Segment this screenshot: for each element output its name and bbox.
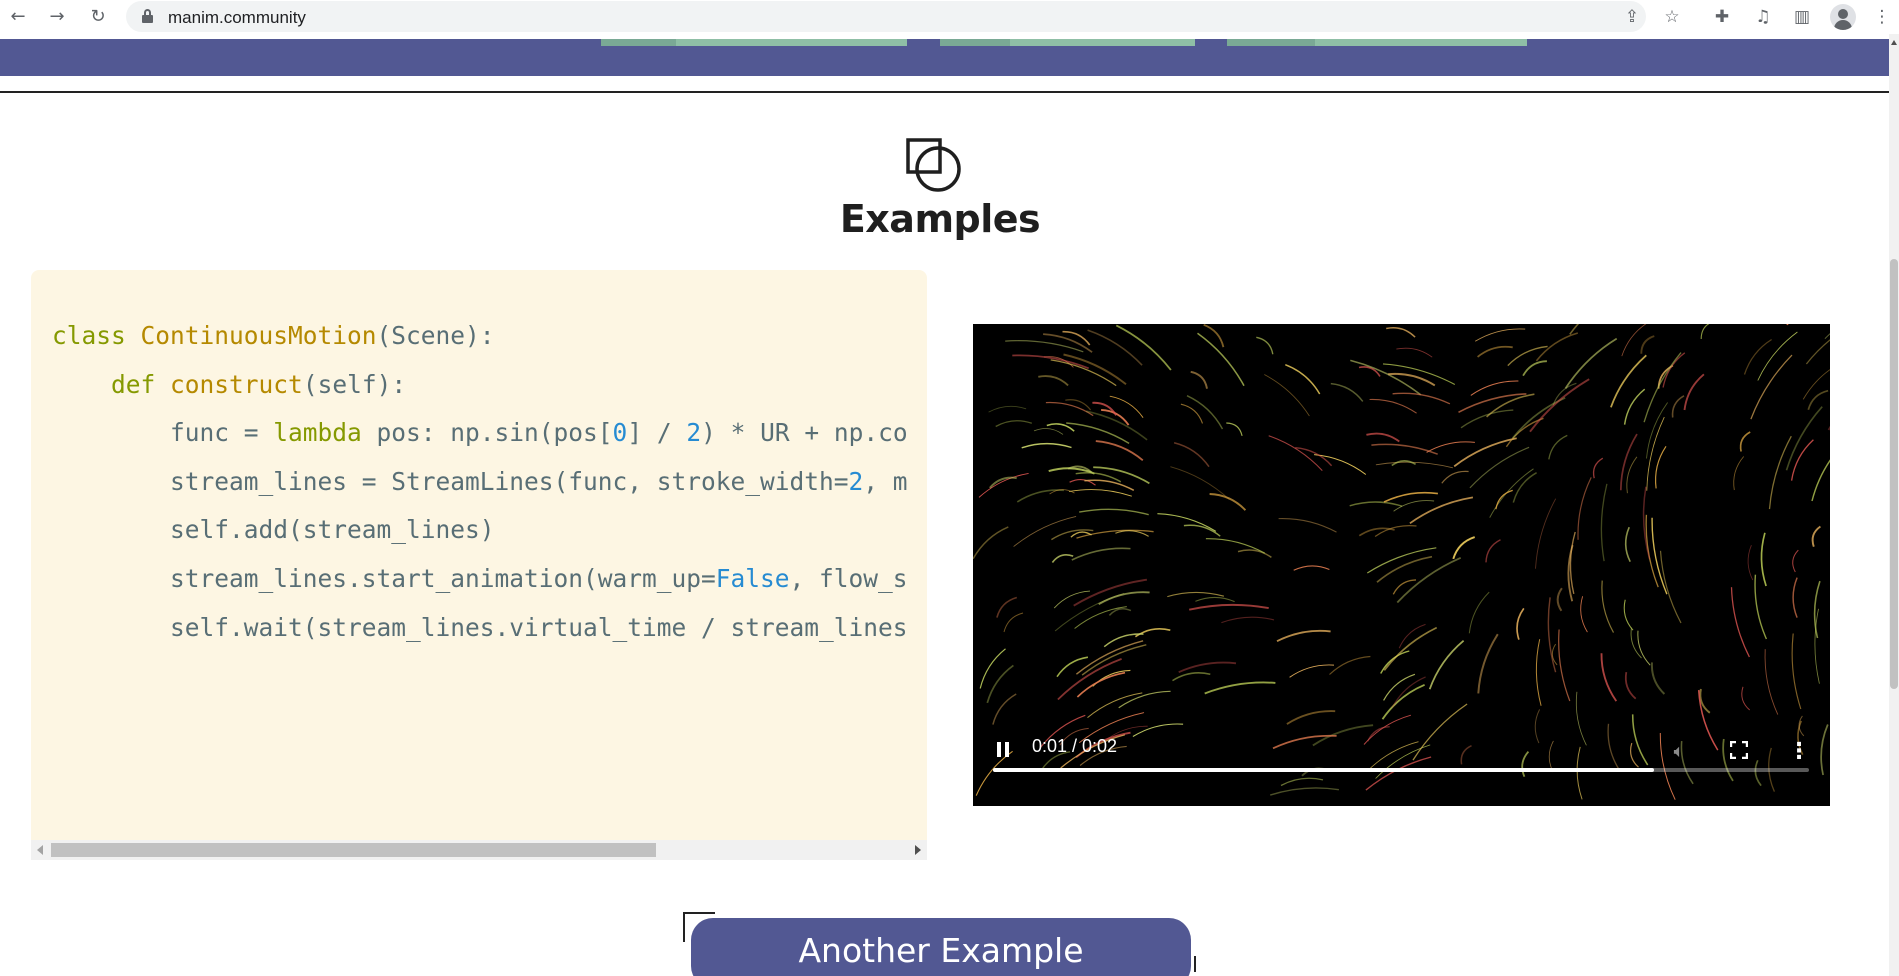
video-player[interactable]: 0:01 / 0:02 🔈︎ ⋮ (973, 324, 1830, 806)
page-content: Examples class ContinuousMotion(Scene): … (0, 34, 1889, 976)
scroll-up-icon[interactable] (1891, 40, 1897, 45)
fullscreen-icon[interactable] (1727, 738, 1751, 762)
code-horizontal-scrollbar[interactable] (31, 840, 927, 860)
volume-icon[interactable]: 🔈︎ (1667, 739, 1691, 763)
code-token: construct (170, 369, 303, 399)
banner-thumbnail[interactable] (601, 39, 907, 46)
code-line: stream_lines.start_animation(warm_up=Fal… (52, 563, 908, 593)
banner-thumbnail[interactable] (940, 39, 1195, 46)
forward-icon[interactable]: → (45, 4, 69, 28)
back-icon[interactable]: ← (6, 4, 30, 28)
code-token: 2 (686, 418, 702, 448)
url-text[interactable]: manim.community (168, 8, 306, 28)
code-line: self.add(stream_lines) (52, 515, 495, 545)
another-example-button[interactable]: Another Example (691, 918, 1191, 976)
address-bar[interactable]: manim.community ⇪ ☆ (126, 1, 1680, 32)
star-icon[interactable]: ☆ (1660, 5, 1684, 29)
code-block: class ContinuousMotion(Scene): def const… (31, 270, 927, 860)
section-title: Examples (839, 197, 1041, 241)
code-token: lambda (273, 418, 362, 448)
code-line: self.wait(stream_lines.virtual_time / st… (52, 612, 908, 642)
browser-toolbar: ← → ↻ manim.community ⇪ ☆ ✚ ♫ ▥ ⋮ (0, 0, 1899, 34)
code-text: class ContinuousMotion(Scene): def const… (52, 312, 908, 652)
more-icon[interactable]: ⋮ (1787, 739, 1811, 764)
code-token: 2 (848, 466, 864, 496)
code-line: func = lambda pos: np.sin(pos[0] / 2) * … (52, 418, 908, 448)
code-line: stream_lines = StreamLines(func, stroke_… (52, 466, 908, 496)
media-icon[interactable]: ♫ (1751, 5, 1775, 29)
profile-icon[interactable] (1830, 4, 1856, 30)
video-progress-fill (993, 768, 1654, 772)
side-panel-icon[interactable]: ▥ (1790, 5, 1814, 29)
share-icon[interactable]: ⇪ (1620, 5, 1644, 29)
reload-icon[interactable]: ↻ (86, 4, 110, 28)
code-token: class (52, 321, 126, 350)
top-banner (0, 39, 1889, 76)
pause-icon[interactable] (995, 742, 1011, 757)
code-token: ContinuousMotion (140, 321, 377, 350)
video-time: 0:01 / 0:02 (1032, 736, 1118, 756)
shapes-icon (906, 138, 961, 192)
scrollbar-thumb[interactable] (51, 843, 656, 857)
banner-thumbnail[interactable] (1227, 39, 1527, 46)
divider (0, 91, 1889, 93)
stream-lines-animation (973, 324, 1830, 800)
lock-icon[interactable] (142, 9, 153, 23)
code-token: def (111, 369, 156, 399)
code-token: 0 (612, 418, 628, 448)
code-token: False (715, 563, 790, 593)
page-vertical-scrollbar[interactable] (1889, 34, 1899, 976)
extensions-icon[interactable]: ✚ (1710, 5, 1734, 29)
focus-corner (1194, 956, 1196, 972)
code-line: class ContinuousMotion(Scene): (52, 321, 495, 350)
code-line: def construct(self): (111, 369, 407, 399)
scrollbar-thumb[interactable] (1890, 259, 1898, 689)
menu-icon[interactable]: ⋮ (1870, 5, 1894, 29)
video-progress-bar[interactable] (993, 768, 1809, 772)
scroll-left-icon[interactable] (37, 845, 43, 855)
scroll-right-icon[interactable] (915, 845, 921, 855)
